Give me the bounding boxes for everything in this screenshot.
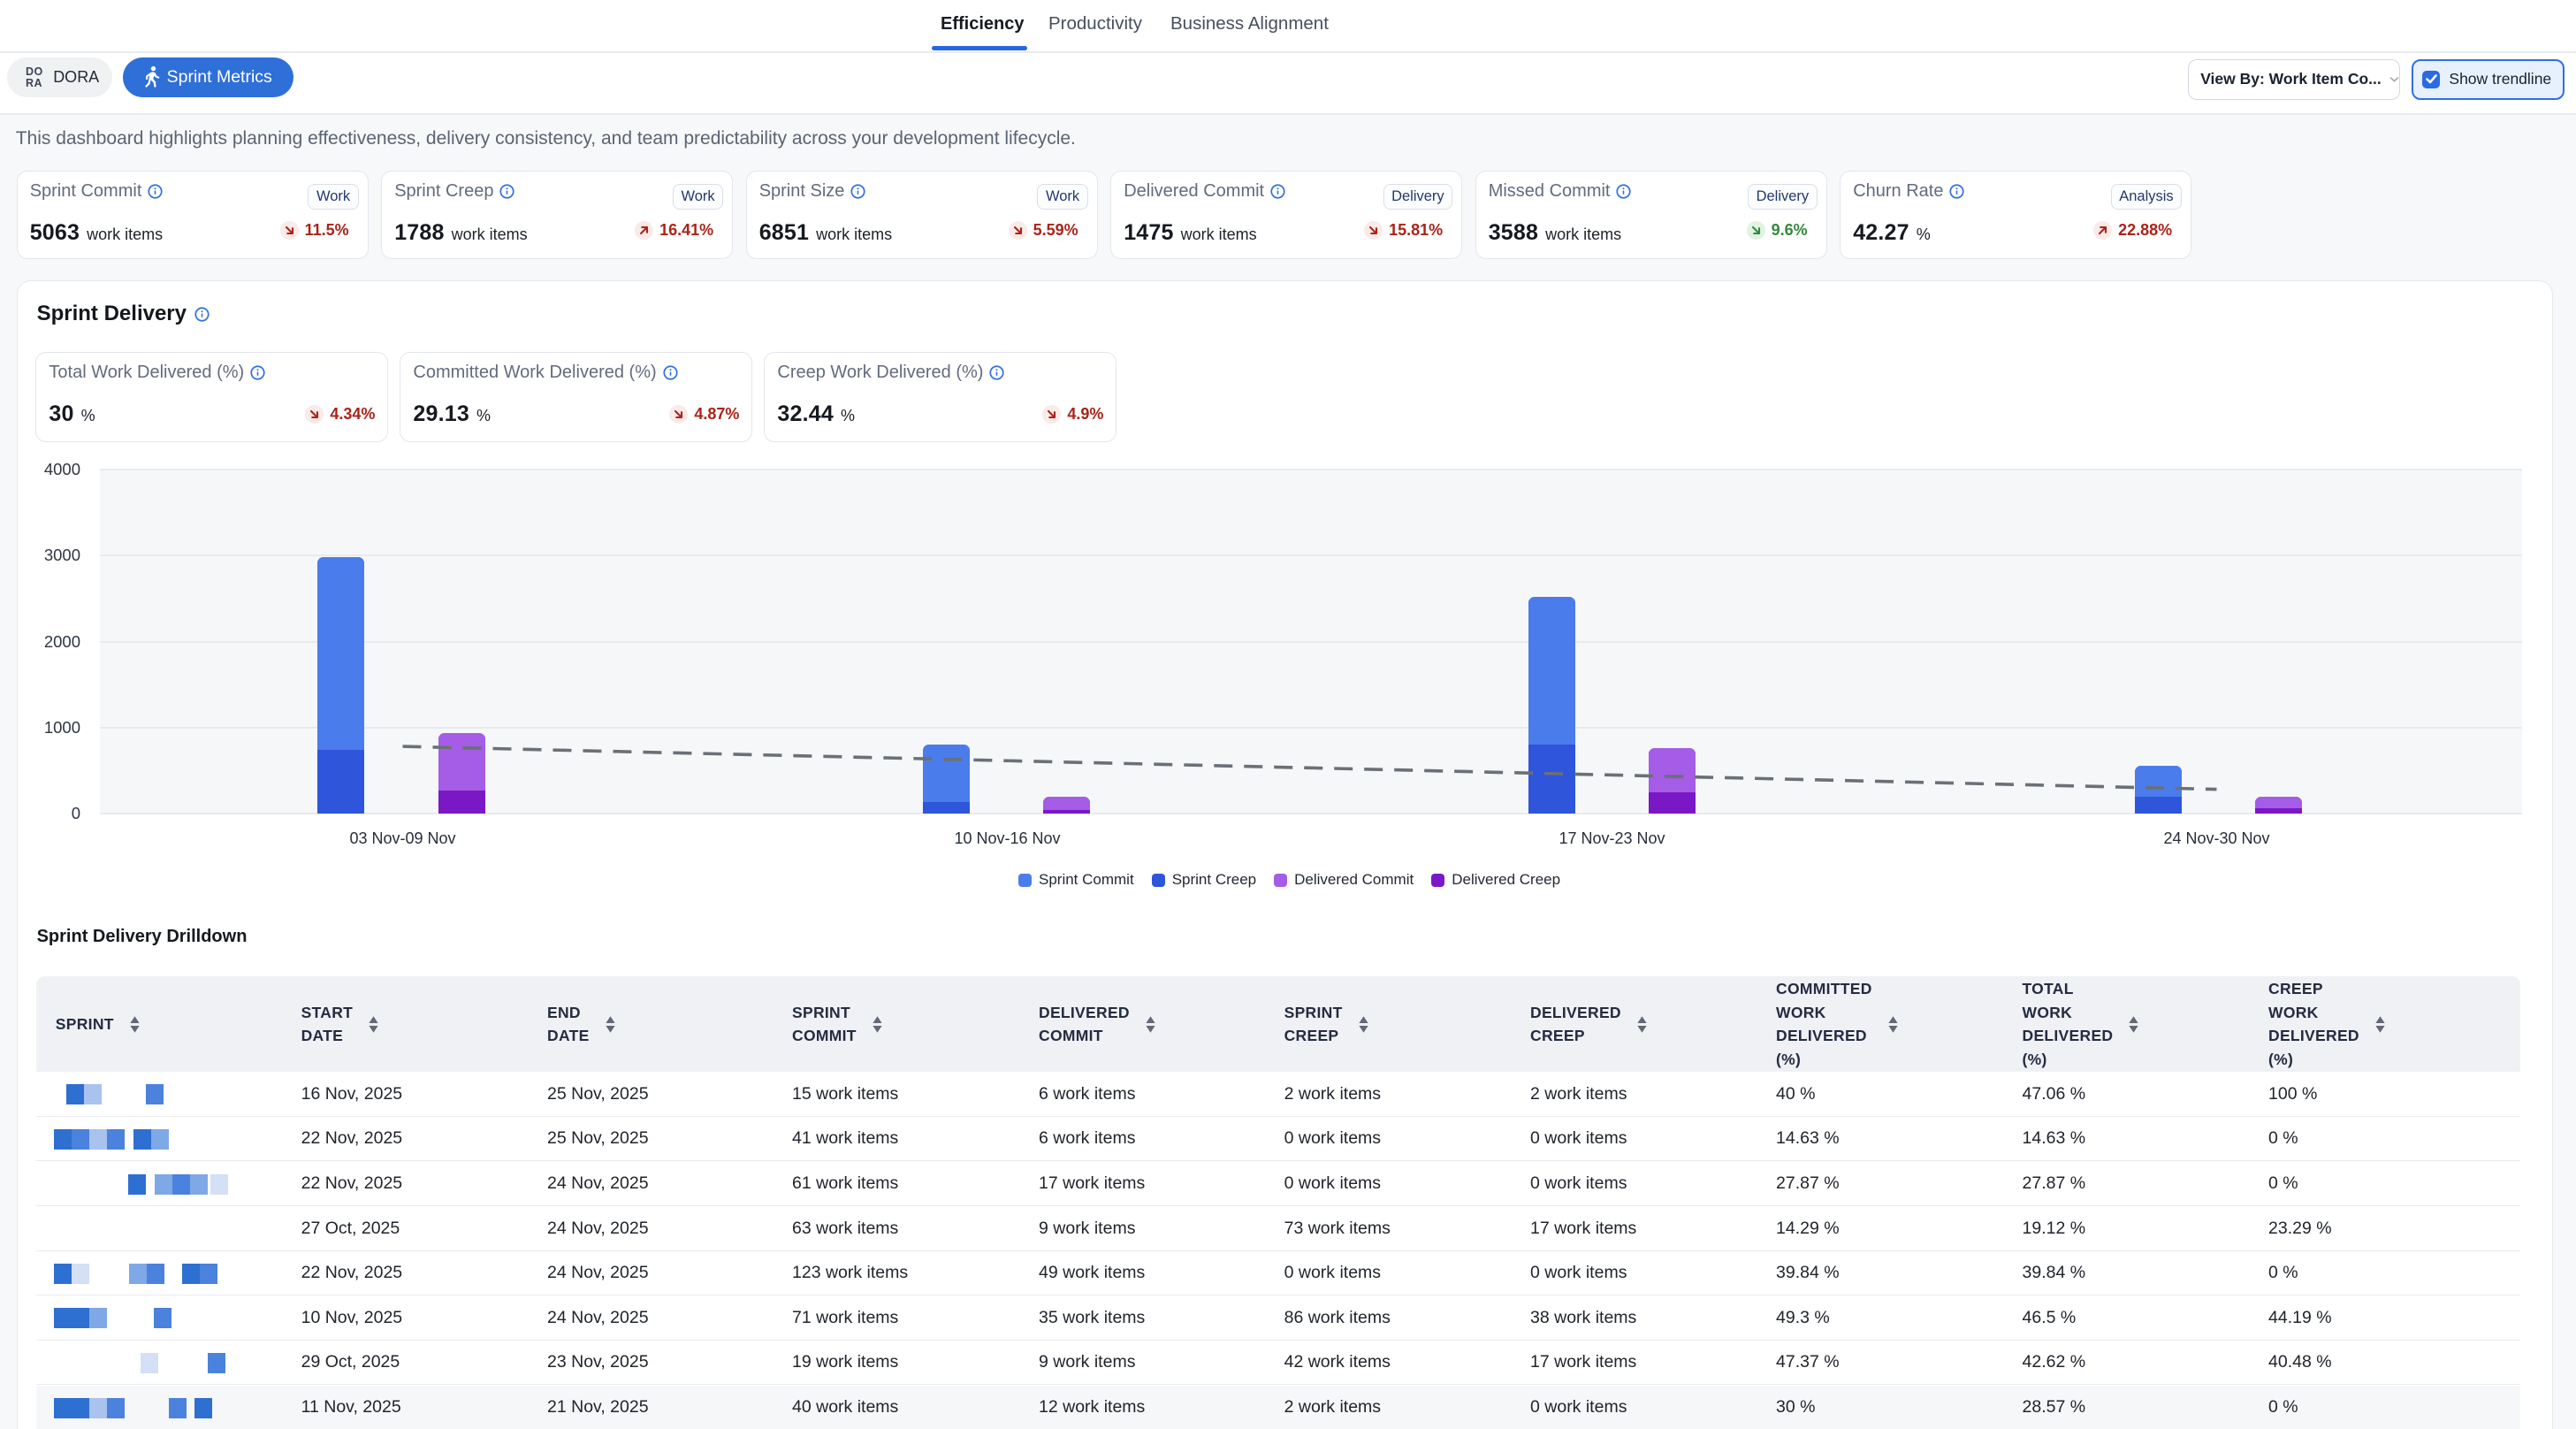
svg-text:DO: DO [26, 65, 43, 78]
svg-text:RA: RA [26, 77, 42, 89]
